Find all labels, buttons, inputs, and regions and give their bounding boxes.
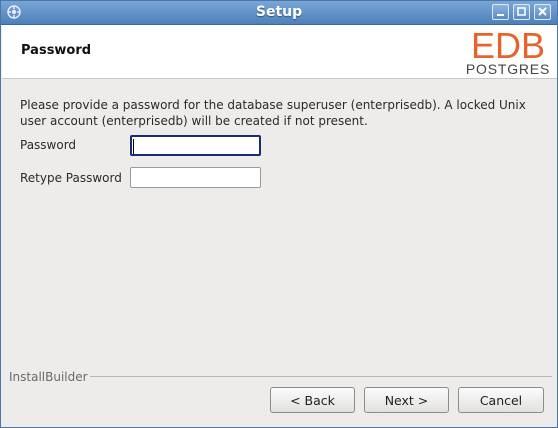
retype-password-field[interactable] [130,167,261,188]
edb-postgres-logo: EDB POSTGRES [466,27,550,77]
logo-product-text: POSTGRES [466,61,550,77]
back-button[interactable]: < Back [270,387,355,413]
maximize-button[interactable] [513,4,530,20]
password-label: Password [20,138,77,152]
instructions-text: Please provide a password for the databa… [20,98,526,128]
cancel-button[interactable]: Cancel [458,387,544,413]
minimize-button[interactable] [492,4,509,20]
page-header: Password EDB POSTGRES [2,25,557,79]
retype-password-label: Retype Password [20,171,122,185]
setup-window: Setup Password EDB POSTGRES Please provi… [0,0,558,428]
window-title: Setup [255,4,303,20]
next-button[interactable]: Next > [364,387,449,413]
text-caret [133,139,134,154]
minimize-icon [497,14,504,16]
footer-divider [90,376,552,377]
close-icon [538,7,547,16]
maximize-icon [517,7,526,16]
installbuilder-label: InstallBuilder [9,370,88,384]
password-field[interactable] [130,135,261,156]
page-title: Password [21,43,92,58]
close-button[interactable] [534,4,551,20]
title-bar[interactable]: Setup [1,1,557,25]
